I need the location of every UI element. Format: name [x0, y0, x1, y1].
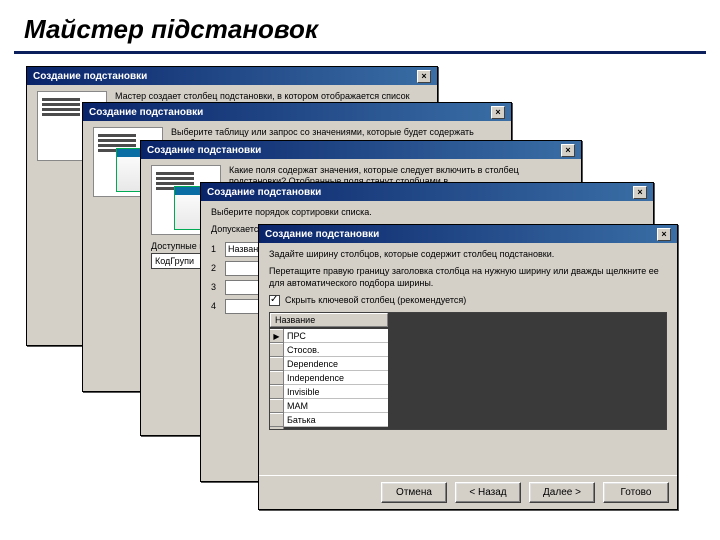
titlebar: Создание подстановки × [83, 103, 511, 121]
button-row: Отмена < Назад Далее > Готово [259, 475, 677, 509]
dialog-title: Создание подстановки [33, 71, 147, 82]
dialog-title: Создание подстановки [265, 229, 379, 240]
close-icon[interactable]: × [561, 144, 575, 157]
title-rule [14, 51, 706, 54]
dialog-text-1: Задайте ширину столбцов, которые содержи… [269, 249, 667, 260]
titlebar: Создание подстановки × [201, 183, 653, 201]
dialog-text-1: Выберите порядок сортировки списка. [211, 207, 643, 218]
titlebar: Создание подстановки × [141, 141, 581, 159]
grid-row-selector: ▶ [270, 329, 284, 429]
close-icon[interactable]: × [491, 106, 505, 119]
grid-cell[interactable]: Стосов. [284, 343, 388, 357]
grid-cell[interactable]: МАМ [284, 399, 388, 413]
checkbox-icon [269, 295, 280, 306]
grid-cell[interactable]: Батька [284, 413, 388, 427]
dialog-title: Создание подстановки [207, 187, 321, 198]
close-icon[interactable]: × [657, 228, 671, 241]
grid-cell[interactable]: ПРС [284, 329, 388, 343]
dialog-title: Создание подстановки [89, 107, 203, 118]
row-number: 1 [211, 244, 219, 254]
titlebar: Создание подстановки × [27, 67, 437, 85]
grid-column-header[interactable]: Название [270, 313, 388, 327]
row-number: 3 [211, 282, 219, 292]
row-number: 2 [211, 263, 219, 273]
grid-cell[interactable]: Invisible [284, 385, 388, 399]
cancel-button[interactable]: Отмена [381, 482, 447, 503]
grid-cell[interactable]: Independence [284, 371, 388, 385]
close-icon[interactable]: × [417, 70, 431, 83]
dialog-title: Создание подстановки [147, 145, 261, 156]
hide-key-column-checkbox[interactable]: Скрыть ключевой столбец (рекомендуется) [269, 295, 667, 306]
titlebar: Создание подстановки × [259, 225, 677, 243]
row-number: 4 [211, 301, 219, 311]
finish-button[interactable]: Готово [603, 482, 669, 503]
dialog-text-2: Перетащите правую границу заголовка стол… [269, 266, 667, 289]
close-icon[interactable]: × [633, 186, 647, 199]
next-button[interactable]: Далее > [529, 482, 595, 503]
slide-title: Майстер підстановок [0, 0, 720, 51]
grid-cell[interactable]: Dependence [284, 357, 388, 371]
column-width-grid[interactable]: Название ▶ ПРС Стосов. Dependence Indepe… [269, 312, 667, 430]
checkbox-label: Скрыть ключевой столбец (рекомендуется) [285, 295, 466, 305]
wizard-dialog-5: Создание подстановки × Задайте ширину ст… [258, 224, 678, 510]
back-button[interactable]: < Назад [455, 482, 521, 503]
grid-cells: ПРС Стосов. Dependence Independence Invi… [284, 329, 388, 427]
